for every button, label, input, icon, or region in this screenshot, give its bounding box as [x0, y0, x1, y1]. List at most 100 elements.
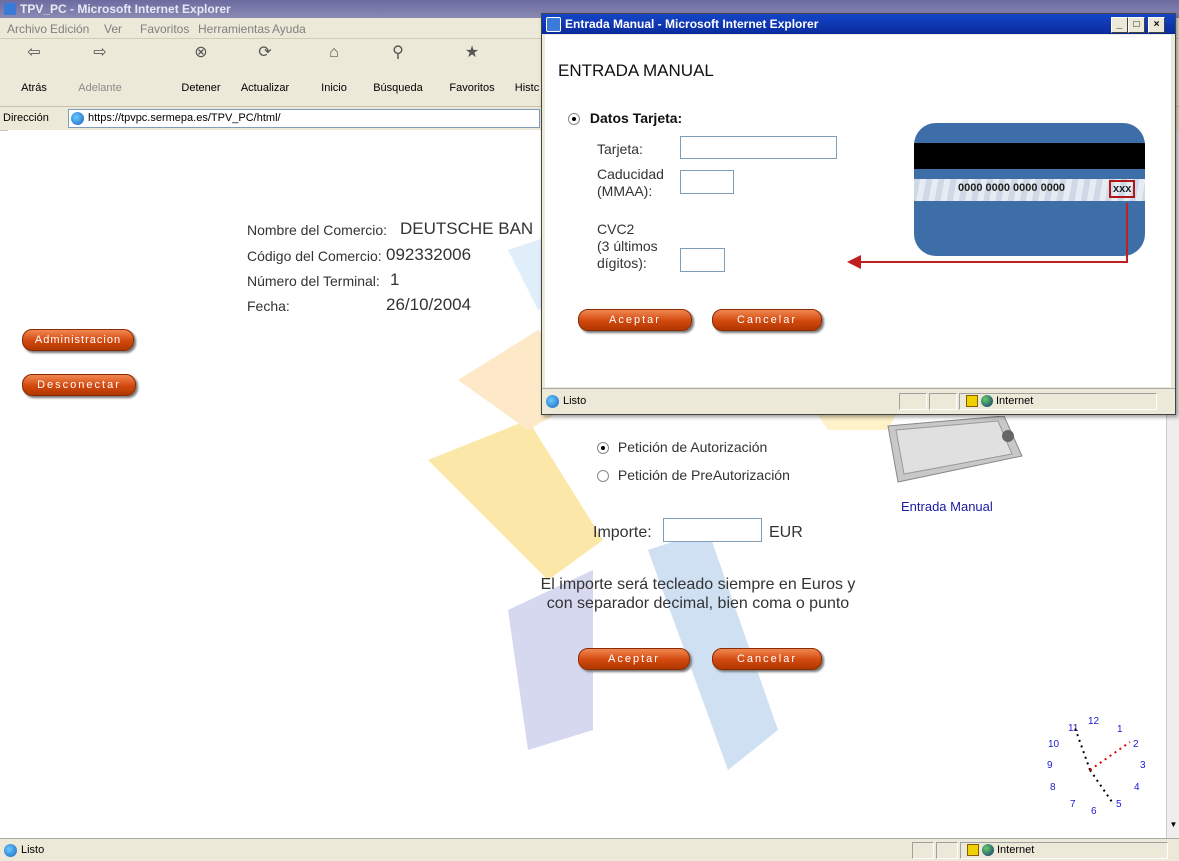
manual-entry-link[interactable]: Entrada Manual	[901, 499, 993, 514]
card-data-label: Datos Tarjeta:	[589, 110, 683, 126]
history-label: Histc	[514, 82, 540, 94]
refresh-label: Actualizar	[240, 82, 290, 94]
search-label: Búsqueda	[373, 82, 423, 94]
search-button[interactable]: ⚲ Búsqueda	[368, 44, 428, 94]
radio-preauthorization-dot[interactable]	[597, 470, 609, 483]
expiry-label: Caducidad (MMAA):	[597, 166, 664, 200]
amount-label: Importe:	[593, 524, 652, 541]
favorites-button[interactable]: ★ Favoritos	[444, 44, 500, 94]
logo-ray-yellow	[428, 420, 603, 580]
refresh-button[interactable]: ⟳ Actualizar	[237, 44, 293, 94]
back-button[interactable]: ⇦ Atrás	[17, 44, 51, 94]
admin-button[interactable]: Administracion	[22, 329, 134, 351]
refresh-icon: ⟳	[258, 44, 272, 61]
radio-authorization-dot[interactable]	[597, 442, 609, 455]
card-number-sample: 0000 0000 0000 0000	[958, 182, 1066, 194]
card-number-input[interactable]	[680, 136, 837, 159]
card-cvc-highlight: xxx	[1109, 180, 1136, 198]
status-page-icon	[4, 843, 17, 857]
globe-icon	[982, 844, 994, 857]
popup-zone-text: Internet	[996, 395, 1034, 407]
expiry-label-line2: (MMAA):	[597, 183, 653, 199]
date-value: 26/10/2004	[386, 295, 472, 314]
popup-cancel-button[interactable]: Cancelar	[712, 309, 822, 331]
cvc-label-line1: CVC2	[597, 221, 635, 237]
cvc-input[interactable]	[680, 248, 725, 272]
menu-ayuda[interactable]: Ayuda	[272, 22, 306, 36]
menu-favoritos[interactable]: Favoritos	[140, 22, 189, 36]
cvc-pointer-arrow	[847, 203, 1128, 269]
menu-herramientas[interactable]: Herramientas	[198, 22, 270, 36]
forward-arrow-icon: ⇨	[93, 44, 107, 61]
clock-second-hand	[1089, 741, 1131, 771]
card-data-radio[interactable]: Datos Tarjeta:	[568, 110, 682, 126]
main-window-title: TPV_PC - Microsoft Internet Explorer	[20, 2, 231, 16]
merchant-code-label: Código del Comercio:	[247, 248, 382, 264]
popup-status-segment-2	[929, 393, 957, 410]
popup-ie-icon	[546, 17, 561, 32]
amount-note-line2: con separador decimal, bien coma o punto	[546, 595, 850, 612]
popup-globe-icon	[981, 395, 993, 408]
popup-statusbar: Listo Internet	[542, 388, 1175, 413]
cvc-label-line2: (3 últimos	[597, 238, 658, 254]
terminal-value: 1	[390, 270, 400, 289]
popup-titlebar: Entrada Manual - Microsoft Internet Expl…	[542, 14, 1175, 34]
address-input[interactable]: https://tpvpc.sermepa.es/TPV_PC/html/	[68, 109, 540, 128]
favorites-icon: ★	[464, 44, 480, 61]
radio-authorization[interactable]: Petición de Autorización	[597, 439, 767, 455]
date-label: Fecha:	[247, 298, 290, 314]
expiry-input[interactable]	[680, 170, 734, 194]
popup-accept-button[interactable]: Aceptar	[578, 309, 692, 331]
search-icon: ⚲	[392, 44, 404, 61]
lock-icon	[967, 844, 979, 857]
menu-archivo[interactable]: Archivo	[7, 22, 47, 36]
status-segment-1	[912, 842, 934, 859]
ie-window-icon	[4, 3, 16, 15]
keyboard-image[interactable]	[882, 416, 1024, 488]
popup-status-segment-1	[899, 393, 927, 410]
merchant-name-value: DEUTSCHE BAN	[400, 219, 534, 238]
status-zone: Internet	[960, 842, 1168, 859]
stop-button[interactable]: ⊗ Detener	[176, 44, 226, 94]
maximize-button[interactable]: □	[1128, 17, 1145, 33]
merchant-code-value: 092332006	[386, 245, 472, 264]
main-status-text: Listo	[21, 844, 45, 856]
card-number-label: Tarjeta:	[597, 141, 643, 157]
history-button[interactable]: ◷Histc	[513, 64, 541, 94]
forward-label: Adelante	[78, 82, 122, 94]
popup-status-page-icon	[546, 394, 559, 408]
forward-button[interactable]: ⇨ Adelante	[76, 44, 124, 94]
accept-button[interactable]: Aceptar	[578, 648, 690, 670]
minimize-button[interactable]: _	[1111, 17, 1128, 33]
cancel-button[interactable]: Cancelar	[712, 648, 822, 670]
clock-hour-hand	[1074, 727, 1091, 771]
scroll-down-arrow-icon[interactable]: ▼	[1168, 820, 1179, 831]
terminal-label: Número del Terminal:	[247, 273, 380, 289]
radio-preauthorization-label: Petición de PreAutorización	[617, 467, 790, 483]
analog-clock: 12 1 2 3 4 5 6 7 8 9 10 11	[1030, 712, 1150, 832]
amount-input[interactable]	[663, 518, 762, 542]
expiry-label-line1: Caducidad	[597, 166, 664, 182]
menu-edicion[interactable]: Edición	[50, 22, 89, 36]
home-button[interactable]: ⌂ Inicio	[316, 44, 352, 94]
main-statusbar: Listo Internet	[0, 838, 1179, 861]
popup-heading: ENTRADA MANUAL	[558, 61, 714, 80]
stop-label: Detener	[181, 82, 221, 94]
radio-authorization-label: Petición de Autorización	[617, 439, 768, 455]
popup-lock-icon	[966, 395, 978, 408]
status-segment-2	[936, 842, 958, 859]
home-label: Inicio	[321, 82, 347, 94]
menu-ver[interactable]: Ver	[104, 22, 122, 36]
back-label: Atrás	[21, 82, 47, 94]
disconnect-button[interactable]: Desconectar	[22, 374, 136, 396]
page-icon	[71, 111, 84, 125]
popup-title: Entrada Manual - Microsoft Internet Expl…	[565, 17, 819, 31]
radio-preauthorization[interactable]: Petición de PreAutorización	[597, 467, 790, 483]
close-button[interactable]: ×	[1148, 17, 1165, 33]
back-arrow-icon: ⇦	[27, 44, 41, 61]
main-zone-text: Internet	[997, 844, 1035, 856]
popup-status-zone: Internet	[959, 393, 1157, 410]
card-data-radio-dot[interactable]	[568, 113, 580, 126]
amount-note-line1: El importe será tecleado siempre en Euro…	[540, 576, 856, 593]
popup-status-text: Listo	[563, 395, 587, 407]
